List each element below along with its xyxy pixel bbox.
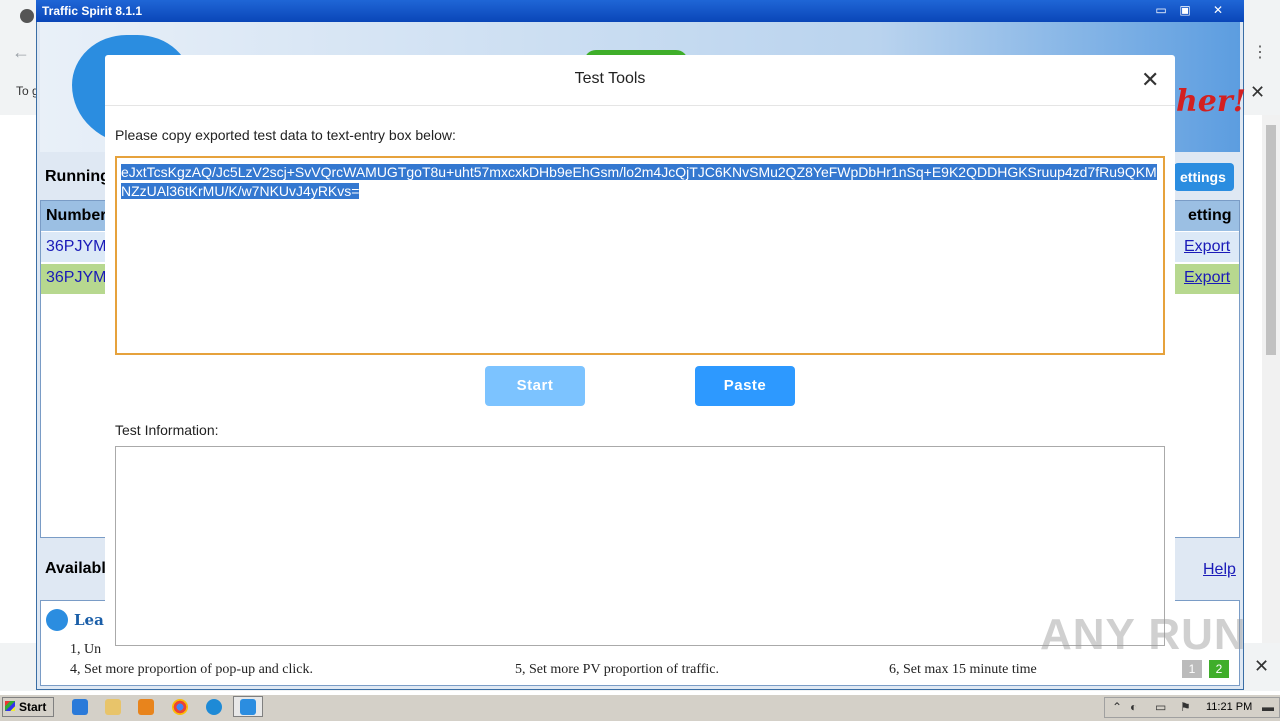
minimize-button[interactable]: ▭ (1150, 2, 1172, 18)
learn-label: Lea (74, 611, 104, 629)
learn-icon (46, 609, 68, 631)
start-button[interactable]: Start (485, 366, 585, 406)
running-section-label: Running (45, 168, 110, 185)
help-link[interactable]: Help (1203, 561, 1236, 579)
clock: 11:21 PM (1206, 701, 1253, 713)
infobar-close-icon[interactable]: ✕ (1250, 82, 1265, 103)
flag-icon[interactable]: ⚑ (1180, 700, 1191, 714)
dialog-divider (105, 105, 1175, 106)
windows-flag-icon (5, 701, 15, 711)
export-link[interactable]: Export (1184, 238, 1230, 256)
network-icon[interactable]: ▭ (1155, 700, 1166, 714)
volume-icon[interactable]: ◐ (1130, 700, 1137, 714)
ie-icon[interactable] (72, 699, 88, 715)
tip-item: 5, Set more PV proportion of traffic. (515, 662, 720, 677)
test-data-value[interactable]: eJxtTcsKgzAQ/Jc5LzV2scj+SvVQrcWAMUGTgoT8… (121, 163, 1161, 201)
watermark: ANY RUN (1040, 610, 1247, 659)
browser-scrollbar-thumb[interactable] (1266, 125, 1276, 355)
maximize-button[interactable]: ▣ (1174, 2, 1196, 18)
folder-icon[interactable] (105, 699, 121, 715)
instruction-label: Please copy exported test data to text-e… (115, 127, 456, 143)
settings-button[interactable]: ettings (1174, 163, 1234, 191)
row-id: 36PJYM (46, 238, 107, 255)
test-information-box[interactable] (115, 446, 1165, 646)
app-title: Traffic Spirit 8.1.1 (42, 4, 143, 18)
row-id: 36PJYM (46, 269, 107, 286)
tip-item: 1, Un (70, 642, 102, 657)
media-player-icon[interactable] (138, 699, 154, 715)
taskbar (0, 694, 1280, 721)
tray-expand-icon[interactable]: ⌃ (1112, 700, 1122, 714)
tip-item: 6, Set max 15 minute time (889, 662, 1037, 677)
chrome-icon[interactable] (172, 699, 188, 715)
dialog-title: Test Tools (574, 70, 646, 87)
browser-tab-icon (20, 9, 34, 23)
back-arrow-icon[interactable]: ← (12, 42, 30, 63)
browser-menu-icon[interactable]: ⋮ (1252, 42, 1268, 62)
show-desktop-icon[interactable]: ▬ (1262, 700, 1274, 714)
download-bar-close-icon[interactable]: ✕ (1254, 656, 1269, 677)
header-slogan: her! (1176, 84, 1246, 119)
tip-item: 4, Set more proportion of pop-up and cli… (70, 662, 314, 677)
edge-icon[interactable] (206, 699, 222, 715)
pager-page-2[interactable]: 2 (1209, 660, 1229, 678)
app-titlebar (36, 0, 1244, 22)
app-close-button[interactable]: ✕ (1207, 2, 1229, 18)
pager-page-1[interactable]: 1 (1182, 660, 1202, 678)
traffic-spirit-icon[interactable] (240, 699, 256, 715)
export-link[interactable]: Export (1184, 269, 1230, 287)
test-information-label: Test Information: (115, 422, 219, 438)
paste-button[interactable]: Paste (695, 366, 795, 406)
close-icon[interactable]: ✕ (1141, 67, 1159, 93)
column-header-number: Number (46, 207, 107, 224)
available-section-label: Availabl (45, 560, 106, 577)
selected-text: eJxtTcsKgzAQ/Jc5LzV2scj+SvVQrcWAMUGTgoT8… (121, 164, 1157, 199)
column-header-setting: etting (1188, 207, 1232, 224)
